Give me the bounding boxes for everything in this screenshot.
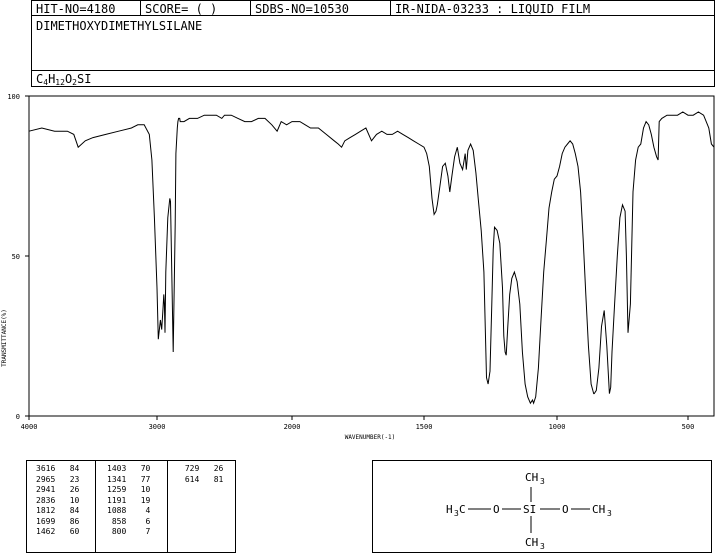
peak-row: 858 6 <box>107 516 151 526</box>
score-field: SCORE= ( ) <box>140 0 251 16</box>
peak-table-divider-2 <box>167 460 168 553</box>
peak-row: 1191 19 <box>107 495 151 505</box>
peak-row: 800 7 <box>107 527 151 536</box>
ir-method: IR-NIDA-03233 : LIQUID FILM <box>390 0 715 16</box>
peak-row: 1259 10 <box>107 485 151 494</box>
y-tick-label: 50 <box>12 253 20 261</box>
ir-spectrum-chart: 4000 3000 2000 1500 1000 500 100500 WAVENUMBE… <box>1 93 715 441</box>
silicon-label: SI <box>523 503 536 516</box>
peak-row: 729 26 <box>180 464 224 473</box>
formula-box: C4H12O2SI <box>31 70 715 87</box>
peak-row: 1341 77 <box>107 474 151 484</box>
svg-text:C: C <box>459 503 466 516</box>
x-tick-label: 3000 <box>149 423 166 431</box>
peak-column-1: 3616 84 2965 23 2941 26 2836 10 1812 84 … <box>36 464 79 538</box>
x-tick-label: 2000 <box>284 423 301 431</box>
peak-table-divider-1 <box>95 460 96 553</box>
svg-text:3: 3 <box>540 477 545 486</box>
peak-row: 1462 60 <box>36 527 80 536</box>
peak-row: 3616 84 <box>36 464 80 473</box>
x-tick-label: 4000 <box>21 423 38 431</box>
compound-name-box: DIMETHOXYDIMETHYLSILANE <box>31 15 715 71</box>
peak-row: 1088 4 <box>107 506 151 515</box>
svg-text:CH: CH <box>592 503 605 516</box>
svg-text:3: 3 <box>540 542 545 551</box>
right-methyl-label: CH 3 <box>592 503 612 518</box>
y-tick-label: 0 <box>16 413 20 421</box>
peak-row: 1699 86 <box>36 516 80 526</box>
hit-number: HIT-NO=4180 <box>31 0 141 16</box>
x-tick-label: 1500 <box>416 423 433 431</box>
svg-text:3: 3 <box>607 509 612 518</box>
peak-row: 2836 10 <box>36 495 80 505</box>
x-tick-label: 1000 <box>549 423 566 431</box>
y-axis-label: TRANSMITTANCE(%) <box>1 309 8 367</box>
structure-diagram: CH 3 H 3 C O SI O CH 3 CH 3 <box>446 471 612 551</box>
oxygen-left-label: O <box>493 503 500 516</box>
svg-text:CH: CH <box>525 536 538 549</box>
peak-row: 2965 23 <box>36 474 80 484</box>
x-tick-label: 500 <box>682 423 695 431</box>
svg-text:H: H <box>446 503 453 516</box>
molecular-formula: C4H12O2SI <box>36 72 92 87</box>
top-methyl-label: CH 3 <box>525 471 545 486</box>
left-methyl-label: H 3 C <box>446 503 466 518</box>
sdbs-number: SDBS-NO=10530 <box>250 0 391 16</box>
oxygen-right-label: O <box>562 503 569 516</box>
x-axis-label: WAVENUMBER(-1) <box>345 434 396 441</box>
peak-column-3: 729 26 614 81 <box>180 464 224 485</box>
bottom-methyl-label: CH 3 <box>525 536 545 551</box>
y-tick-label: 100 <box>7 93 20 101</box>
peak-row: 614 81 <box>180 474 224 484</box>
peak-column-2: 1403 70 1341 77 1259 10 1191 19 1088 4 8… <box>107 464 150 538</box>
compound-name: DIMETHOXYDIMETHYLSILANE <box>36 19 203 33</box>
svg-text:CH: CH <box>525 471 538 484</box>
spectrum-line <box>28 111 715 405</box>
peak-row: 2941 26 <box>36 485 80 494</box>
peak-row: 1812 84 <box>36 506 80 515</box>
peak-row: 1403 70 <box>107 464 151 473</box>
